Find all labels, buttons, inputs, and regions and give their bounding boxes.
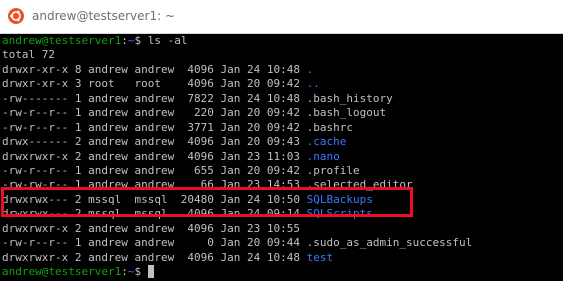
listing-row: -rw-r--r-- 1 andrew andrew 3771 Jan 20 0…	[2, 121, 563, 135]
listing-row: drwx------ 2 andrew andrew 4096 Jan 20 0…	[2, 135, 563, 149]
listing: drwxr-xr-x 8 andrew andrew 4096 Jan 24 1…	[2, 63, 563, 265]
listing-row: drwxrwx--- 2 mssql mssql 20480 Jan 24 10…	[2, 193, 563, 207]
title-bar[interactable]: andrew@testserver1: ~	[0, 0, 563, 34]
file-metadata: -rw-r--r-- 1 andrew andrew 220 Jan 20 09…	[2, 106, 307, 120]
terminal-window: andrew@testserver1: ~ andrew@testserver1…	[0, 0, 563, 281]
file-name: .profile	[306, 163, 360, 177]
file-name: .bash_history	[306, 91, 393, 105]
command-prompt-line: andrew@testserver1:~$ ls -al	[2, 34, 563, 48]
directory-name: .	[306, 62, 314, 76]
directory-name: SQLBackups	[306, 192, 373, 206]
file-metadata: -rw-rw-r-- 1 andrew andrew 66 Jan 23 14:…	[2, 178, 307, 192]
directory-name: .nano	[306, 149, 340, 163]
listing-row: drwxrwxr-x 2 andrew andrew 4096 Jan 23 1…	[2, 222, 563, 236]
directory-name: ..	[306, 77, 320, 91]
listing-row: drwxrwxr-x 2 andrew andrew 4096 Jan 24 1…	[2, 251, 563, 265]
listing-row: drwxrwxr-x 2 andrew andrew 4096 Jan 23 1…	[2, 150, 563, 164]
total-line: total 72	[2, 48, 55, 62]
command-text: ls -al	[141, 34, 188, 47]
directory-name: .cache	[306, 135, 347, 149]
file-metadata: drwxr-xr-x 3 root root 4096 Jan 20 09:42	[2, 77, 307, 91]
file-name: .bash_logout	[306, 106, 387, 120]
listing-row: drwxrwx--- 2 mssql mssql 4096 Jan 24 09:…	[2, 207, 563, 221]
file-metadata: -rw------- 1 andrew andrew 7822 Jan 24 1…	[2, 91, 307, 105]
prompt-separator: :	[121, 34, 128, 47]
file-metadata: drwxr-xr-x 8 andrew andrew 4096 Jan 24 1…	[2, 62, 307, 76]
terminal-output[interactable]: andrew@testserver1:~$ ls -al total 72 dr…	[2, 34, 563, 281]
file-metadata: drwxrwxr-x 2 andrew andrew 4096 Jan 23 1…	[2, 221, 307, 235]
file-metadata: drwxrwxr-x 2 andrew andrew 4096 Jan 24 1…	[2, 250, 307, 264]
current-prompt-line: andrew@testserver1:~$	[2, 265, 563, 279]
file-metadata: drwxrwxr-x 2 andrew andrew 4096 Jan 23 1…	[2, 149, 307, 163]
file-name: .sudo_as_admin_successful	[306, 236, 473, 250]
text-cursor	[147, 265, 155, 278]
listing-row: drwxr-xr-x 8 andrew andrew 4096 Jan 24 1…	[2, 63, 563, 77]
file-metadata: -rw-r--r-- 1 andrew andrew 0 Jan 20 09:4…	[2, 236, 307, 250]
file-metadata: drwxrwx--- 2 mssql mssql 20480 Jan 24 10…	[2, 192, 307, 206]
listing-row: -rw-r--r-- 1 andrew andrew 220 Jan 20 09…	[2, 106, 563, 120]
listing-row: -rw-rw-r-- 1 andrew andrew 66 Jan 23 14:…	[2, 178, 563, 192]
file-metadata: drwxrwx--- 2 mssql mssql 4096 Jan 24 09:…	[2, 207, 307, 221]
listing-row: -rw-r--r-- 1 andrew andrew 655 Jan 20 09…	[2, 164, 563, 178]
file-name: .selected_editor	[306, 178, 413, 192]
prompt-separator: :	[121, 265, 128, 278]
listing-row: -rw------- 1 andrew andrew 7822 Jan 24 1…	[2, 92, 563, 106]
listing-row: -rw-r--r-- 1 andrew andrew 0 Jan 20 09:4…	[2, 236, 563, 250]
directory-name: SQLScripts	[306, 207, 373, 221]
file-metadata: -rw-r--r-- 1 andrew andrew 655 Jan 20 09…	[2, 163, 307, 177]
file-metadata: drwx------ 2 andrew andrew 4096 Jan 20 0…	[2, 135, 307, 149]
file-name: .bashrc	[306, 120, 353, 134]
prompt-user: andrew@testserver1	[2, 34, 122, 47]
listing-row: drwxr-xr-x 3 root root 4096 Jan 20 09:42…	[2, 77, 563, 91]
prompt-user: andrew@testserver1	[2, 265, 122, 278]
ubuntu-logo-icon	[8, 8, 24, 24]
directory-name: test	[306, 250, 334, 264]
file-metadata: -rw-r--r-- 1 andrew andrew 3771 Jan 20 0…	[2, 120, 307, 134]
window-title: andrew@testserver1: ~	[32, 9, 176, 23]
